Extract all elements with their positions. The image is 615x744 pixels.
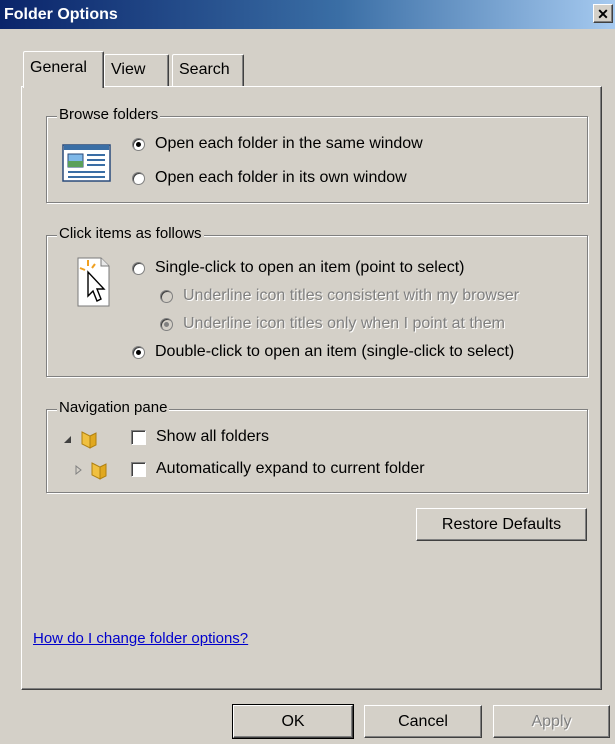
radio-double-click-indicator[interactable]	[132, 345, 145, 359]
restore-defaults-button[interactable]: Restore Defaults	[416, 508, 587, 541]
browse-folders-group: Browse folders	[46, 106, 588, 203]
browse-folders-legend: Browse folders	[57, 106, 161, 123]
navigation-pane-legend: Navigation pane	[57, 399, 170, 416]
help-link[interactable]: How do I change folder options?	[33, 630, 248, 647]
apply-button[interactable]: Apply	[493, 705, 610, 738]
radio-own-window[interactable]: Open each folder in its own window	[132, 169, 407, 187]
radio-same-window[interactable]: Open each folder in the same window	[132, 135, 423, 153]
radio-same-window-indicator[interactable]	[132, 137, 145, 151]
radio-double-click-label: Double-click to open an item (single-cli…	[155, 343, 515, 360]
checkbox-auto-expand-label: Automatically expand to current folder	[156, 460, 425, 477]
tab-view-label: View	[111, 61, 146, 78]
click-items-legend: Click items as follows	[57, 225, 204, 242]
checkbox-show-all-folders-box[interactable]	[131, 429, 146, 445]
tab-general[interactable]: General	[23, 51, 104, 88]
expanded-folder-icon	[64, 431, 97, 449]
radio-own-window-indicator[interactable]	[132, 171, 145, 185]
radio-single-click[interactable]: Single-click to open an item (point to s…	[132, 259, 464, 277]
tree-collapsed-arrow-icon	[75, 464, 82, 476]
click-pointer-icon	[77, 257, 110, 307]
collapsed-folder-icon	[75, 462, 107, 480]
checkbox-auto-expand-box[interactable]	[131, 461, 146, 477]
title-bar: Folder Options ✕	[0, 0, 615, 29]
window-title: Folder Options	[4, 6, 118, 23]
folder-window-icon	[62, 144, 111, 182]
tab-search[interactable]: Search	[172, 54, 244, 87]
checkbox-auto-expand[interactable]: Automatically expand to current folder	[131, 460, 425, 478]
ok-button[interactable]: OK	[232, 704, 354, 739]
close-icon: ✕	[597, 5, 609, 22]
checkbox-show-all-folders-label: Show all folders	[156, 428, 269, 445]
navigation-pane-group: Navigation pane	[46, 399, 588, 493]
radio-underline-consistent-indicator[interactable]	[160, 289, 173, 303]
cancel-button[interactable]: Cancel	[364, 705, 482, 738]
radio-underline-point-indicator[interactable]	[160, 317, 173, 331]
radio-underline-consistent-label: Underline icon titles consistent with my…	[183, 287, 520, 304]
tab-search-label: Search	[179, 61, 230, 78]
tab-view[interactable]: View	[104, 54, 169, 87]
radio-own-window-label: Open each folder in its own window	[155, 169, 407, 186]
radio-underline-consistent[interactable]: Underline icon titles consistent with my…	[160, 287, 519, 305]
radio-same-window-label: Open each folder in the same window	[155, 135, 423, 152]
radio-single-click-label: Single-click to open an item (point to s…	[155, 259, 465, 276]
radio-underline-point-label: Underline icon titles only when I point …	[183, 315, 505, 332]
checkbox-show-all-folders[interactable]: Show all folders	[131, 428, 269, 446]
radio-double-click[interactable]: Double-click to open an item (single-cli…	[132, 343, 514, 361]
tree-expanded-arrow-icon	[64, 436, 71, 443]
close-button[interactable]: ✕	[593, 4, 613, 23]
radio-underline-point[interactable]: Underline icon titles only when I point …	[160, 315, 505, 333]
tab-general-label: General	[30, 59, 87, 76]
radio-single-click-indicator[interactable]	[132, 261, 145, 275]
